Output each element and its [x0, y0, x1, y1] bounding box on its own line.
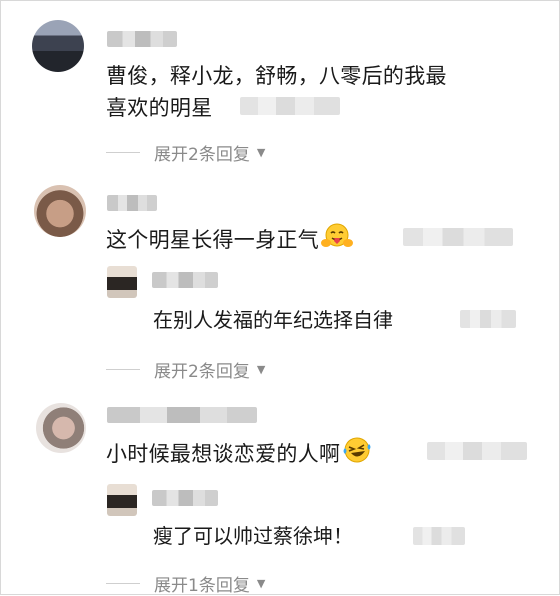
divider-line	[106, 369, 140, 370]
avatar[interactable]	[32, 20, 84, 72]
reply-username[interactable]	[152, 272, 218, 288]
chevron-down-icon: ▼	[256, 146, 266, 159]
username[interactable]	[107, 195, 157, 211]
comment-meta	[240, 97, 340, 115]
hugging-face-icon	[321, 222, 353, 260]
divider-line	[106, 583, 140, 584]
comment-text: 小时候最想谈恋爱的人啊	[106, 436, 372, 474]
avatar[interactable]	[36, 403, 86, 453]
comment-text: 这个明星长得一身正气	[106, 222, 353, 260]
reply-text: 在别人发福的年纪选择自律	[153, 308, 393, 332]
comment-text-content: 这个明星长得一身正气	[106, 228, 319, 252]
expand-replies-label: 展开2条回复	[154, 145, 250, 165]
expand-replies-label: 展开1条回复	[154, 576, 250, 596]
expand-replies-label: 展开2条回复	[154, 362, 250, 382]
reply-text: 瘦了可以帅过蔡徐坤！	[153, 524, 353, 548]
laughing-crying-face-icon	[342, 436, 372, 474]
expand-replies-button[interactable]: 展开1条回复 ▼	[106, 571, 265, 596]
comment-meta	[403, 228, 513, 246]
reply-meta	[413, 527, 465, 545]
divider-line	[106, 152, 140, 153]
comment-text-continued: 喜欢的明星	[106, 96, 213, 120]
username[interactable]	[107, 407, 257, 423]
comment-text: 曹俊，释小龙，舒畅，八零后的我最	[106, 64, 447, 88]
reply-avatar[interactable]	[107, 484, 137, 516]
username[interactable]	[107, 31, 177, 47]
expand-replies-button[interactable]: 展开2条回复 ▼	[106, 140, 265, 165]
reply-avatar[interactable]	[107, 266, 137, 298]
reply-username[interactable]	[152, 490, 218, 506]
comment-text-content: 小时候最想谈恋爱的人啊	[106, 442, 341, 466]
reply-meta	[460, 310, 516, 328]
chevron-down-icon: ▼	[256, 577, 266, 590]
expand-replies-button[interactable]: 展开2条回复 ▼	[106, 357, 265, 382]
avatar[interactable]	[34, 185, 86, 237]
chevron-down-icon: ▼	[256, 363, 266, 376]
comment-meta	[427, 442, 527, 460]
